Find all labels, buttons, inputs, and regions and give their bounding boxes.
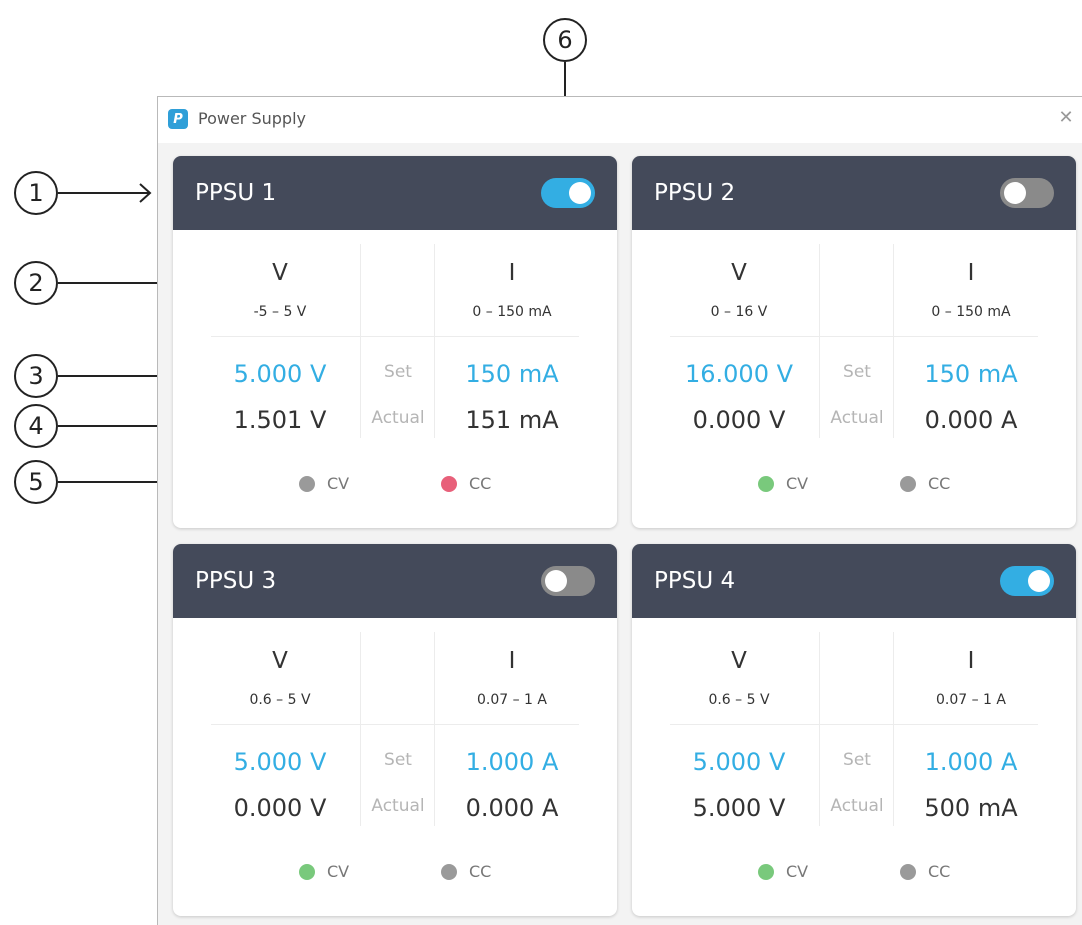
current-actual-value: 0.000 A xyxy=(465,794,559,822)
cv-indicator-dot xyxy=(758,475,774,492)
current-heading: I xyxy=(508,648,516,674)
power-supply-app-icon: P xyxy=(168,109,188,129)
window-title: Power Supply xyxy=(198,109,306,128)
toggle-knob xyxy=(1004,182,1026,204)
channel-card-ppsu4: PPSU 4 V I 0.6 – 5 V 0.07 – 1 A 5.000 V … xyxy=(632,544,1076,916)
voltage-set-value[interactable]: 16.000 V xyxy=(664,360,814,388)
channel-card-ppsu1: PPSU 1 V I -5 – 5 V 0 – 150 mA 5.000 V 1… xyxy=(173,156,617,528)
cc-label: CC xyxy=(469,474,492,493)
actual-label: Actual xyxy=(830,796,884,816)
set-label: Set xyxy=(843,750,871,770)
current-set-value[interactable]: 1.000 A xyxy=(896,748,1046,776)
cv-label: CV xyxy=(327,862,350,881)
channel-body: V I 0 – 16 V 0 – 150 mA 16.000 V 150 mA … xyxy=(632,230,1076,528)
current-set-value[interactable]: 1.000 A xyxy=(437,748,587,776)
current-range: 0 – 150 mA xyxy=(472,304,552,320)
voltage-set-value[interactable]: 5.000 V xyxy=(664,748,814,776)
channel-card-ppsu2: PPSU 2 V I 0 – 16 V 0 – 150 mA 16.000 V … xyxy=(632,156,1076,528)
current-set-value[interactable]: 150 mA xyxy=(437,360,587,388)
divider xyxy=(670,724,1038,725)
cc-indicator-dot xyxy=(900,863,916,880)
cc-indicator-dot xyxy=(900,475,916,492)
channel-name: PPSU 4 xyxy=(654,568,736,594)
voltage-actual-value: 1.501 V xyxy=(233,406,327,434)
cv-label: CV xyxy=(786,474,809,493)
channel-enable-toggle[interactable] xyxy=(1000,566,1054,596)
close-icon[interactable]: ✕ xyxy=(1052,103,1080,131)
current-actual-value: 151 mA xyxy=(465,406,559,434)
channel-name: PPSU 2 xyxy=(654,180,736,206)
cv-indicator-dot xyxy=(299,475,315,492)
current-range: 0.07 – 1 A xyxy=(935,692,1006,708)
channel-header: PPSU 3 xyxy=(173,544,617,618)
voltage-range: 0.6 – 5 V xyxy=(708,692,770,708)
title-bar: P Power Supply ✕ xyxy=(158,97,1082,143)
voltage-heading: V xyxy=(272,648,288,674)
voltage-heading: V xyxy=(731,648,747,674)
set-label: Set xyxy=(384,750,412,770)
current-heading: I xyxy=(508,260,516,286)
cc-indicator: CC xyxy=(900,474,950,493)
channel-header: PPSU 1 xyxy=(173,156,617,230)
cv-label: CV xyxy=(327,474,350,493)
voltage-actual-value: 0.000 V xyxy=(233,794,327,822)
voltage-actual-value: 5.000 V xyxy=(692,794,786,822)
cv-indicator-dot xyxy=(758,863,774,880)
cc-indicator: CC xyxy=(441,474,491,493)
current-actual-value: 500 mA xyxy=(924,794,1018,822)
cv-label: CV xyxy=(786,862,809,881)
current-heading: I xyxy=(967,260,975,286)
channel-body: V I -5 – 5 V 0 – 150 mA 5.000 V 150 mA S… xyxy=(173,230,617,528)
voltage-range: 0.6 – 5 V xyxy=(249,692,311,708)
power-supply-window: P Power Supply ✕ PPSU 1 V I -5 – 5 V 0 –… xyxy=(157,96,1082,925)
toggle-knob xyxy=(569,182,591,204)
current-actual-value: 0.000 A xyxy=(924,406,1018,434)
divider xyxy=(670,336,1038,337)
cv-indicator: CV xyxy=(758,474,808,493)
cc-label: CC xyxy=(469,862,492,881)
channel-name: PPSU 3 xyxy=(195,568,277,594)
toggle-knob xyxy=(545,570,567,592)
channel-header: PPSU 2 xyxy=(632,156,1076,230)
set-label: Set xyxy=(384,362,412,382)
channel-enable-toggle[interactable] xyxy=(541,566,595,596)
set-label: Set xyxy=(843,362,871,382)
current-range: 0.07 – 1 A xyxy=(476,692,547,708)
cc-indicator: CC xyxy=(900,862,950,881)
channel-enable-toggle[interactable] xyxy=(1000,178,1054,208)
current-heading: I xyxy=(967,648,975,674)
channel-header: PPSU 4 xyxy=(632,544,1076,618)
current-set-value[interactable]: 150 mA xyxy=(896,360,1046,388)
channel-card-ppsu3: PPSU 3 V I 0.6 – 5 V 0.07 – 1 A 5.000 V … xyxy=(173,544,617,916)
current-range: 0 – 150 mA xyxy=(931,304,1011,320)
voltage-set-value[interactable]: 5.000 V xyxy=(205,748,355,776)
cv-indicator: CV xyxy=(299,862,349,881)
channel-body: V I 0.6 – 5 V 0.07 – 1 A 5.000 V 1.000 A… xyxy=(173,618,617,916)
voltage-heading: V xyxy=(731,260,747,286)
divider xyxy=(211,724,579,725)
divider xyxy=(211,336,579,337)
actual-label: Actual xyxy=(371,408,425,428)
cc-indicator: CC xyxy=(441,862,491,881)
voltage-set-value[interactable]: 5.000 V xyxy=(205,360,355,388)
voltage-heading: V xyxy=(272,260,288,286)
channel-name: PPSU 1 xyxy=(195,180,277,206)
channel-enable-toggle[interactable] xyxy=(541,178,595,208)
cv-indicator-dot xyxy=(299,863,315,880)
actual-label: Actual xyxy=(830,408,884,428)
cc-indicator-dot xyxy=(441,863,457,880)
toggle-knob xyxy=(1028,570,1050,592)
actual-label: Actual xyxy=(371,796,425,816)
cv-indicator: CV xyxy=(299,474,349,493)
voltage-actual-value: 0.000 V xyxy=(692,406,786,434)
cc-label: CC xyxy=(928,862,951,881)
voltage-range: -5 – 5 V xyxy=(253,304,307,320)
channel-body: V I 0.6 – 5 V 0.07 – 1 A 5.000 V 1.000 A… xyxy=(632,618,1076,916)
cc-indicator-dot xyxy=(441,475,457,492)
cc-label: CC xyxy=(928,474,951,493)
voltage-range: 0 – 16 V xyxy=(710,304,768,320)
cv-indicator: CV xyxy=(758,862,808,881)
